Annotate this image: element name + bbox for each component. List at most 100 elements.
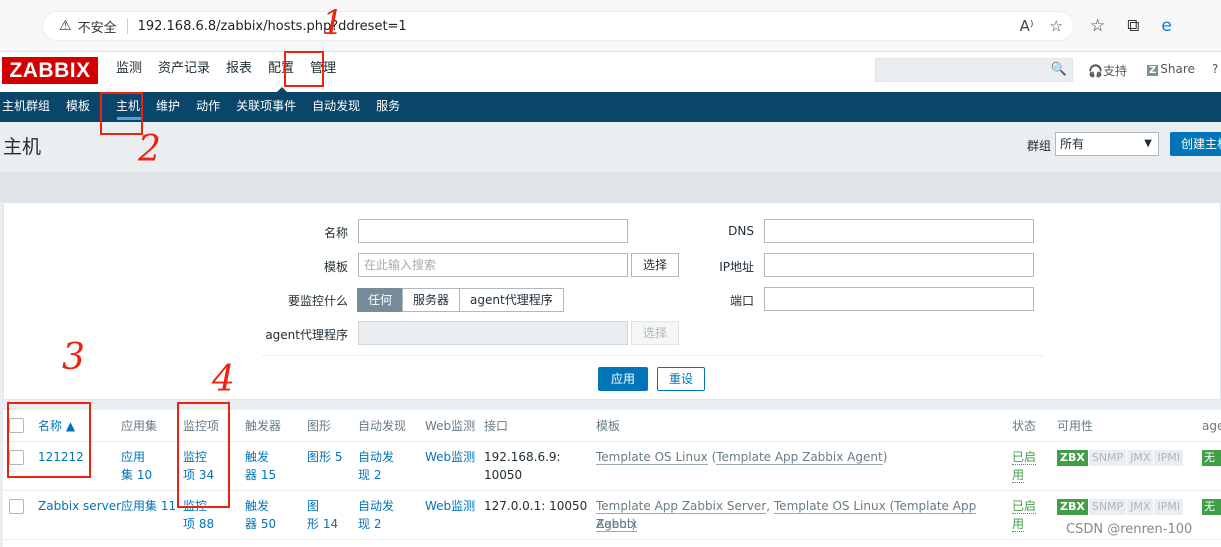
triggers-link[interactable]: 触发 — [245, 497, 269, 515]
subnav-templates[interactable]: 模板 — [64, 92, 98, 122]
template-link[interactable]: Agent — [596, 517, 632, 532]
templates-cell: Template OS Linux (Template App Zabbix A… — [596, 450, 888, 465]
discovery-link-cont[interactable]: 现 2 — [358, 466, 381, 484]
subnav-host-groups[interactable]: 主机群组 — [0, 92, 58, 122]
discovery-link-cont[interactable]: 现 2 — [358, 515, 381, 533]
snmp-badge: SNMP — [1088, 450, 1127, 466]
items-link-cont[interactable]: 项 88 — [183, 515, 214, 533]
th-graphs: 图形 — [307, 419, 332, 433]
dns-input[interactable] — [764, 219, 1034, 243]
share-link[interactable]: Z Share — [1147, 62, 1195, 76]
name-input[interactable] — [358, 219, 628, 243]
menu-inventory[interactable]: 资产记录 — [150, 52, 218, 92]
filter-tab-strip — [0, 172, 1221, 202]
annotation-box-hosts — [100, 92, 143, 135]
templates-cell: Template App Zabbix Server, Template OS … — [596, 499, 977, 532]
triggers-link[interactable]: 触发 — [245, 448, 269, 466]
subnav-maintenance[interactable]: 维护 — [154, 92, 188, 122]
th-templates: 模板 — [596, 419, 621, 433]
page-header: 主机 群组 所有 ▼ 创建主机 — [0, 122, 1221, 172]
top-navigation: ZABBIX 监测 资产记录 报表 配置 管理 🔍 🎧支持 Z Share ? — [0, 52, 1221, 92]
monitored-any-option[interactable]: 任何 — [357, 288, 404, 312]
monitored-proxy-option[interactable]: agent代理程序 — [459, 288, 564, 312]
status-enabled-link-cont[interactable]: 用 — [1012, 468, 1025, 483]
template-select-button[interactable]: 选择 — [631, 253, 679, 277]
edge-icon[interactable]: e — [1161, 16, 1171, 36]
port-input[interactable] — [764, 287, 1034, 311]
ipmi-badge: IPMI — [1154, 499, 1184, 515]
watermark: CSDN @renren-100 — [1066, 522, 1193, 537]
apply-button[interactable]: 应用 — [598, 367, 648, 391]
triggers-link-cont[interactable]: 器 15 — [245, 466, 276, 484]
favorite-add-icon[interactable]: ☆ — [1050, 17, 1063, 35]
subnav-discovery[interactable]: 自动发现 — [310, 92, 368, 122]
monitored-server-option[interactable]: 服务器 — [402, 288, 461, 312]
applications-link[interactable]: 应用 — [121, 448, 145, 466]
template-input[interactable]: 在此输入搜索 — [358, 253, 628, 277]
template-link[interactable]: Template OS Linux — [773, 499, 886, 514]
page-title: 主机 — [3, 136, 42, 158]
snmp-badge: SNMP — [1088, 499, 1127, 515]
th-status: 状态 — [1012, 419, 1037, 433]
host-name-link[interactable]: Zabbix server — [38, 497, 121, 515]
row-checkbox[interactable] — [9, 499, 24, 514]
help-link[interactable]: ? — [1212, 62, 1218, 76]
group-select[interactable]: 所有 ▼ — [1055, 132, 1159, 156]
subnav-services[interactable]: 服务 — [374, 92, 408, 122]
ip-label: IP地址 — [719, 260, 754, 274]
triggers-link-cont[interactable]: 器 50 — [245, 515, 276, 533]
menu-monitoring[interactable]: 监测 — [108, 52, 150, 92]
availability-badges: ZBX SNMP JMX IPMI — [1057, 450, 1184, 466]
annotation-number-2: 2 — [138, 129, 161, 170]
web-link[interactable]: Web监测 — [425, 448, 475, 466]
support-link[interactable]: 🎧支持 — [1088, 62, 1127, 79]
th-triggers: 触发器 — [245, 419, 282, 433]
warning-icon[interactable]: ⚠ — [59, 18, 72, 34]
create-host-button[interactable]: 创建主机 — [1170, 132, 1221, 156]
dns-label: DNS — [728, 224, 754, 238]
applications-link-cont[interactable]: 集 10 — [121, 468, 152, 482]
template-link[interactable]: Template App Zabbix Agent — [716, 450, 883, 465]
proxy-select-button: 选择 — [631, 321, 679, 345]
graphs-link[interactable]: 图形 5 — [307, 448, 342, 466]
address-bar[interactable]: ⚠ 不安全 192.168.6.8/zabbix/hosts.php?ddres… — [42, 11, 1074, 41]
proxy-label: agent代理程序 — [265, 328, 348, 342]
read-aloud-icon[interactable]: A⁾ — [1020, 17, 1034, 35]
status-enabled-link-cont[interactable]: 用 — [1012, 517, 1025, 532]
zbx-badge: ZBX — [1057, 450, 1088, 466]
favorites-icon[interactable]: ☆ — [1090, 16, 1105, 36]
search-icon[interactable]: 🔍 — [1051, 62, 1067, 77]
jmx-badge: JMX — [1127, 499, 1154, 515]
interface-text-cont: 10050 — [484, 468, 523, 482]
annotation-box-items — [177, 402, 230, 508]
zabbix-logo[interactable]: ZABBIX — [2, 57, 98, 84]
global-search-input[interactable]: 🔍 — [875, 58, 1073, 82]
ip-input[interactable] — [764, 253, 1034, 277]
th-discovery: 自动发现 — [358, 419, 407, 433]
subnav-correlation[interactable]: 关联项事件 — [234, 92, 304, 122]
status-enabled-link[interactable]: 已启 — [1012, 450, 1037, 465]
th-agent-encryption: age — [1202, 419, 1221, 433]
template-link[interactable]: Template OS Linux — [596, 450, 708, 465]
port-label: 端口 — [729, 294, 754, 308]
th-availability: 可用性 — [1057, 419, 1094, 433]
web-link[interactable]: Web监测 — [425, 497, 475, 515]
subnav-actions[interactable]: 动作 — [194, 92, 228, 122]
template-label: 模板 — [323, 260, 348, 274]
discovery-link[interactable]: 自动发 — [358, 497, 394, 515]
discovery-link[interactable]: 自动发 — [358, 448, 394, 466]
group-label: 群组 — [1027, 139, 1052, 153]
reset-button[interactable]: 重设 — [657, 367, 705, 391]
annotation-box-name — [7, 402, 91, 478]
graphs-link-cont[interactable]: 形 14 — [307, 515, 338, 533]
interface-text: 127.0.0.1: 10050 — [484, 499, 588, 513]
template-link[interactable]: Template App Zabbix Server — [596, 499, 767, 514]
applications-link[interactable]: 应用集 11 — [121, 497, 176, 515]
security-label[interactable]: 不安全 — [78, 17, 117, 36]
graphs-link[interactable]: 图 — [307, 497, 319, 515]
url-text[interactable]: 192.168.6.8/zabbix/hosts.php?ddreset=1 — [138, 19, 407, 34]
name-label: 名称 — [323, 226, 348, 240]
status-enabled-link[interactable]: 已启 — [1012, 499, 1037, 514]
collections-icon[interactable]: ⧉ — [1127, 16, 1139, 36]
menu-reports[interactable]: 报表 — [218, 52, 260, 92]
